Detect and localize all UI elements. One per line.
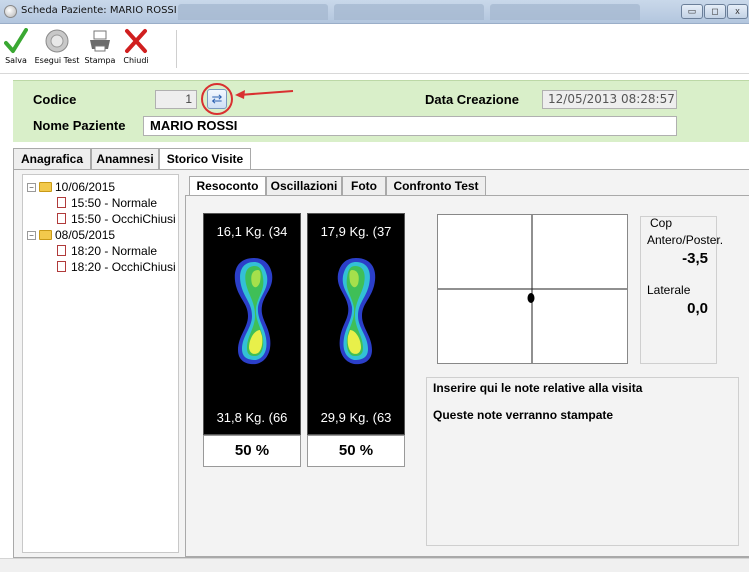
highlight-circle: [201, 83, 233, 115]
tree-visit-label: 15:50 - Normale: [71, 196, 158, 210]
right-foot-pressure-map: 17,9 Kg. (37 29,9 Kg. (63: [307, 213, 405, 435]
test-document-icon: [57, 213, 66, 224]
status-bar: [0, 558, 749, 572]
nome-paziente-label: Nome Paziente: [33, 118, 126, 133]
tab-foto[interactable]: Foto: [342, 176, 386, 195]
minimize-button[interactable]: ▭: [681, 4, 703, 19]
window-title: Scheda Paziente: MARIO ROSSI: [21, 5, 177, 16]
cop-point: [527, 293, 535, 303]
codice-field[interactable]: 1: [155, 90, 197, 109]
laterale-label: Laterale: [647, 283, 691, 297]
run-test-button-label: Esegui Test: [34, 56, 80, 65]
toolbar: Salva Esegui Test Stampa Chiudi: [0, 24, 749, 74]
close-button[interactable]: Chiudi: [121, 26, 151, 72]
tree-visit-item[interactable]: 18:20 - Normale: [57, 244, 157, 258]
tab-storico-visite[interactable]: Storico Visite: [159, 148, 251, 170]
tab-resoconto[interactable]: Resoconto: [189, 176, 266, 196]
resoconto-panel: 16,1 Kg. (34 31,8 Kg. (66 50 % 17,9 Kg. …: [185, 195, 749, 557]
right-foot-forefoot-load: 17,9 Kg. (37: [320, 224, 392, 239]
left-foot-heel-load: 31,8 Kg. (66: [216, 410, 288, 425]
close-x-icon: [125, 29, 147, 53]
tree-date-node[interactable]: − 08/05/2015: [27, 228, 115, 242]
test-document-icon: [57, 245, 66, 256]
background-taskbar-tab: [490, 4, 640, 20]
data-creazione-field[interactable]: 12/05/2013 08:28:57: [542, 90, 677, 109]
folder-icon: [39, 182, 52, 192]
antero-poster-value: -3,5: [682, 250, 708, 267]
maximize-button[interactable]: ◻: [704, 4, 726, 19]
print-button[interactable]: Stampa: [83, 26, 117, 72]
cop-values-panel: Cop Antero/Poster. -3,5 Laterale 0,0: [640, 216, 723, 364]
background-taskbar-tab: [334, 4, 484, 20]
tab-oscillazioni[interactable]: Oscillazioni: [266, 176, 342, 195]
save-button-label: Salva: [5, 56, 27, 65]
checkmark-icon: [4, 28, 28, 53]
tab-anagrafica[interactable]: Anagrafica: [13, 148, 91, 169]
folder-icon: [39, 230, 52, 240]
tab-confronto-test[interactable]: Confronto Test: [386, 176, 486, 195]
cop-plot: [437, 214, 628, 364]
nome-paziente-field[interactable]: MARIO ROSSI: [143, 116, 677, 136]
window-close-button[interactable]: x: [727, 4, 748, 19]
left-foot-pressure-map: 16,1 Kg. (34 31,8 Kg. (66: [203, 213, 301, 435]
test-document-icon: [57, 197, 66, 208]
background-taskbar-tab: [178, 4, 328, 20]
left-foot-forefoot-load: 16,1 Kg. (34: [216, 224, 288, 239]
right-foot-percentage: 50 %: [307, 435, 405, 467]
cop-title: Cop: [650, 216, 673, 230]
tab-anamnesi[interactable]: Anamnesi: [91, 148, 159, 169]
antero-poster-label: Antero/Poster.: [647, 233, 724, 247]
codice-label: Codice: [33, 92, 77, 107]
right-foot-heatmap-icon: [337, 258, 376, 365]
app-icon: [4, 5, 17, 18]
storico-visite-panel: − 10/06/2015 15:50 - Normale 15:50 - Occh…: [13, 169, 749, 558]
close-button-label: Chiudi: [123, 56, 149, 65]
tree-visit-item[interactable]: 15:50 - Normale: [57, 196, 157, 210]
printer-icon: [90, 30, 110, 52]
left-foot-heatmap-icon: [234, 258, 273, 365]
tree-date-label: 08/05/2015: [55, 228, 116, 242]
title-bar: Scheda Paziente: MARIO ROSSI ▭ ◻ x: [0, 0, 749, 24]
tree-visit-label: 15:50 - OcchiChiusi: [71, 212, 176, 226]
toolbar-separator: [176, 30, 177, 68]
test-document-icon: [57, 261, 66, 272]
visit-notes-field[interactable]: Inserire qui le note relative alla visit…: [426, 377, 739, 546]
left-foot-percentage: 50 %: [203, 435, 301, 467]
notes-line-2: Queste note verranno stampate: [433, 408, 614, 422]
visits-tree[interactable]: − 10/06/2015 15:50 - Normale 15:50 - Occh…: [22, 174, 179, 553]
tree-date-label: 10/06/2015: [55, 180, 116, 194]
right-foot-heel-load: 29,9 Kg. (63: [320, 410, 392, 425]
annotation-arrow-icon: [235, 90, 294, 99]
collapse-toggle-icon[interactable]: −: [27, 231, 36, 240]
notes-line-1: Inserire qui le note relative alla visit…: [433, 381, 643, 395]
tree-visit-item[interactable]: 18:20 - OcchiChiusi: [57, 260, 176, 274]
collapse-toggle-icon[interactable]: −: [27, 183, 36, 192]
tree-date-node[interactable]: − 10/06/2015: [27, 180, 115, 194]
patient-header: Codice 1 ⇄ Data Creazione 12/05/2013 08:…: [13, 80, 749, 142]
platform-icon: [45, 29, 69, 53]
run-test-button[interactable]: Esegui Test: [34, 26, 80, 72]
data-creazione-label: Data Creazione: [425, 92, 519, 107]
laterale-value: 0,0: [687, 300, 708, 317]
cop-plot-canvas: [438, 215, 627, 363]
tree-visit-label: 18:20 - Normale: [71, 244, 158, 258]
tree-visit-label: 18:20 - OcchiChiusi: [71, 260, 176, 274]
save-button[interactable]: Salva: [2, 26, 30, 72]
print-button-label: Stampa: [84, 56, 116, 65]
tree-visit-item[interactable]: 15:50 - OcchiChiusi: [57, 212, 176, 226]
